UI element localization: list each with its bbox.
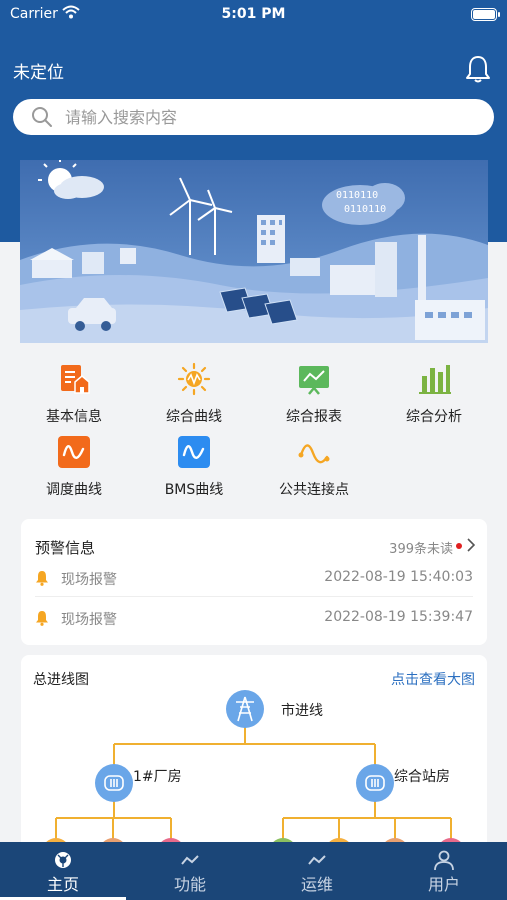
tab-functions[interactable]: 功能: [127, 842, 253, 900]
user-icon: [434, 850, 454, 870]
function-combined-curve[interactable]: 综合曲线: [134, 362, 254, 426]
right-node-label: 综合站房: [394, 769, 450, 785]
tab-user[interactable]: 用户: [381, 842, 507, 900]
alert-time: 2022-08-19 15:39:47: [324, 609, 473, 625]
function-label: BMS曲线: [164, 482, 224, 498]
trend-icon: [308, 855, 326, 865]
trend-icon: [181, 855, 199, 865]
search-icon: [32, 107, 52, 127]
energy-banner-image[interactable]: 0110110 0110110: [20, 160, 488, 343]
incoming-line-diagram-card: 总进线图 点击查看大图 市进线 1#厂房 综合站房: [21, 655, 487, 855]
binary-text-2: 0110110: [344, 204, 386, 215]
tab-label: 功能: [173, 875, 206, 894]
binary-text-1: 0110110: [336, 190, 378, 201]
function-label: 综合曲线: [166, 409, 222, 425]
wave-icon: [58, 436, 90, 468]
sun-curve-icon: [177, 362, 211, 396]
alert-item[interactable]: 现场报警 2022-08-19 15:39:47: [35, 599, 473, 637]
chevron-right-icon[interactable]: [467, 538, 475, 552]
tab-home[interactable]: 主页: [0, 842, 126, 900]
alert-label: 现场报警: [61, 572, 117, 588]
tab-maintenance[interactable]: 运维: [254, 842, 380, 900]
tab-label: 主页: [46, 875, 79, 894]
tab-label: 用户: [427, 875, 460, 894]
function-label: 综合分析: [406, 409, 462, 425]
function-label: 综合报表: [286, 409, 342, 425]
root-node-label: 市进线: [281, 703, 323, 719]
function-bms-curve[interactable]: BMS曲线: [134, 435, 254, 499]
building-doc-icon: [61, 365, 90, 394]
search-input[interactable]: [65, 99, 475, 135]
alert-card-title: 预警信息: [35, 539, 96, 557]
wave-icon: [178, 436, 210, 468]
bell-icon[interactable]: [465, 54, 491, 84]
alert-card[interactable]: 预警信息 399条未读 现场报警 2022-08-19 15:40:03 现场报…: [21, 519, 487, 645]
alert-time: 2022-08-19 15:40:03: [324, 569, 473, 585]
tower-node[interactable]: [226, 690, 264, 728]
bell-icon: [36, 571, 48, 586]
unread-dot: [456, 543, 462, 549]
function-public-connection[interactable]: 公共连接点: [254, 435, 374, 499]
alert-label: 现场报警: [61, 612, 117, 628]
function-dispatch-curve[interactable]: 调度曲线: [14, 435, 134, 499]
battery-icon: [471, 8, 500, 21]
function-combined-analysis[interactable]: 综合分析: [374, 362, 494, 426]
function-combined-report[interactable]: 综合报表: [254, 362, 374, 426]
report-board-icon: [299, 366, 329, 395]
function-label: 公共连接点: [279, 482, 349, 498]
location-label[interactable]: 未定位: [13, 58, 64, 83]
bottom-tab-bar: 主页 功能 运维 用户: [0, 842, 507, 900]
home-camera-icon: [55, 852, 71, 868]
alert-item[interactable]: 现场报警 2022-08-19 15:40:03: [35, 559, 473, 597]
line-diagram[interactable]: [21, 655, 487, 855]
left-node-label: 1#厂房: [133, 769, 182, 785]
clock: 5:01 PM: [221, 6, 286, 22]
status-bar: Carrier 5:01 PM: [0, 0, 507, 30]
tab-label: 运维: [300, 875, 333, 894]
unread-count[interactable]: 399条未读: [389, 538, 453, 557]
bar-analysis-icon: [419, 365, 451, 394]
connection-curve-icon: [298, 444, 330, 464]
function-label: 调度曲线: [46, 482, 102, 498]
bell-icon: [36, 611, 48, 626]
function-basic-info[interactable]: 基本信息: [14, 362, 134, 426]
function-label: 基本信息: [46, 409, 102, 425]
search-bar[interactable]: [13, 99, 494, 135]
